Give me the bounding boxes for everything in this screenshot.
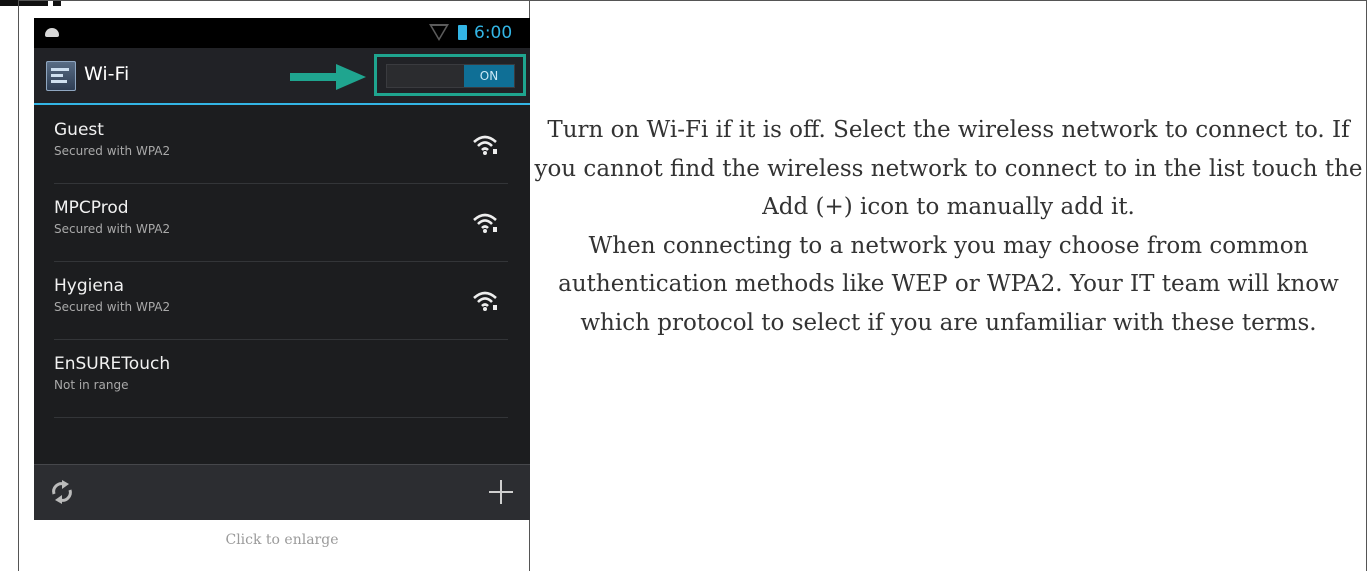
status-time: 6:00 bbox=[474, 23, 513, 43]
network-name: MPCProd bbox=[54, 198, 129, 218]
network-name: EnSURETouch bbox=[54, 354, 171, 374]
network-name: Guest bbox=[54, 120, 104, 140]
wps-refresh-icon[interactable] bbox=[50, 480, 74, 504]
wifi-signal-icon bbox=[473, 291, 497, 311]
toggle-on-label: ON bbox=[464, 65, 514, 87]
network-security: Secured with WPA2 bbox=[54, 300, 171, 314]
arrow-right-icon bbox=[290, 64, 366, 90]
wifi-screenshot[interactable]: 6:00 Wi-Fi ON Guest Secured with WPA2 MP… bbox=[34, 18, 530, 520]
wifi-signal-icon bbox=[473, 213, 497, 233]
action-bar: Wi-Fi ON bbox=[34, 48, 530, 105]
add-icon[interactable] bbox=[488, 479, 514, 505]
network-list-item[interactable]: EnSURETouch Not in range bbox=[54, 340, 508, 418]
network-list-item[interactable]: MPCProd Secured with WPA2 bbox=[54, 184, 508, 262]
network-security: Secured with WPA2 bbox=[54, 144, 171, 158]
battery-icon bbox=[458, 25, 467, 40]
page-title: Wi-Fi bbox=[84, 63, 130, 85]
toggle-highlight: ON bbox=[374, 54, 526, 96]
network-name: Hygiena bbox=[54, 276, 125, 296]
network-security: Secured with WPA2 bbox=[54, 222, 171, 236]
network-list-item[interactable]: Guest Secured with WPA2 bbox=[54, 106, 508, 184]
network-security: Not in range bbox=[54, 378, 129, 392]
wifi-signal-icon bbox=[473, 135, 497, 155]
network-list-item[interactable]: Hygiena Secured with WPA2 bbox=[54, 262, 508, 340]
wifi-toggle[interactable]: ON bbox=[386, 64, 515, 88]
description-paragraph: When connecting to a network you may cho… bbox=[558, 232, 1339, 336]
description-paragraph: Turn on Wi-Fi if it is off. Select the w… bbox=[534, 117, 1363, 220]
bottom-action-bar bbox=[34, 464, 530, 520]
description: Turn on Wi-Fi if it is off. Select the w… bbox=[532, 111, 1365, 342]
status-bar: 6:00 bbox=[34, 18, 530, 48]
signal-icon bbox=[429, 24, 449, 41]
android-icon bbox=[45, 28, 59, 37]
settings-icon[interactable] bbox=[46, 61, 76, 91]
enlarge-link[interactable]: Click to enlarge bbox=[34, 532, 530, 548]
